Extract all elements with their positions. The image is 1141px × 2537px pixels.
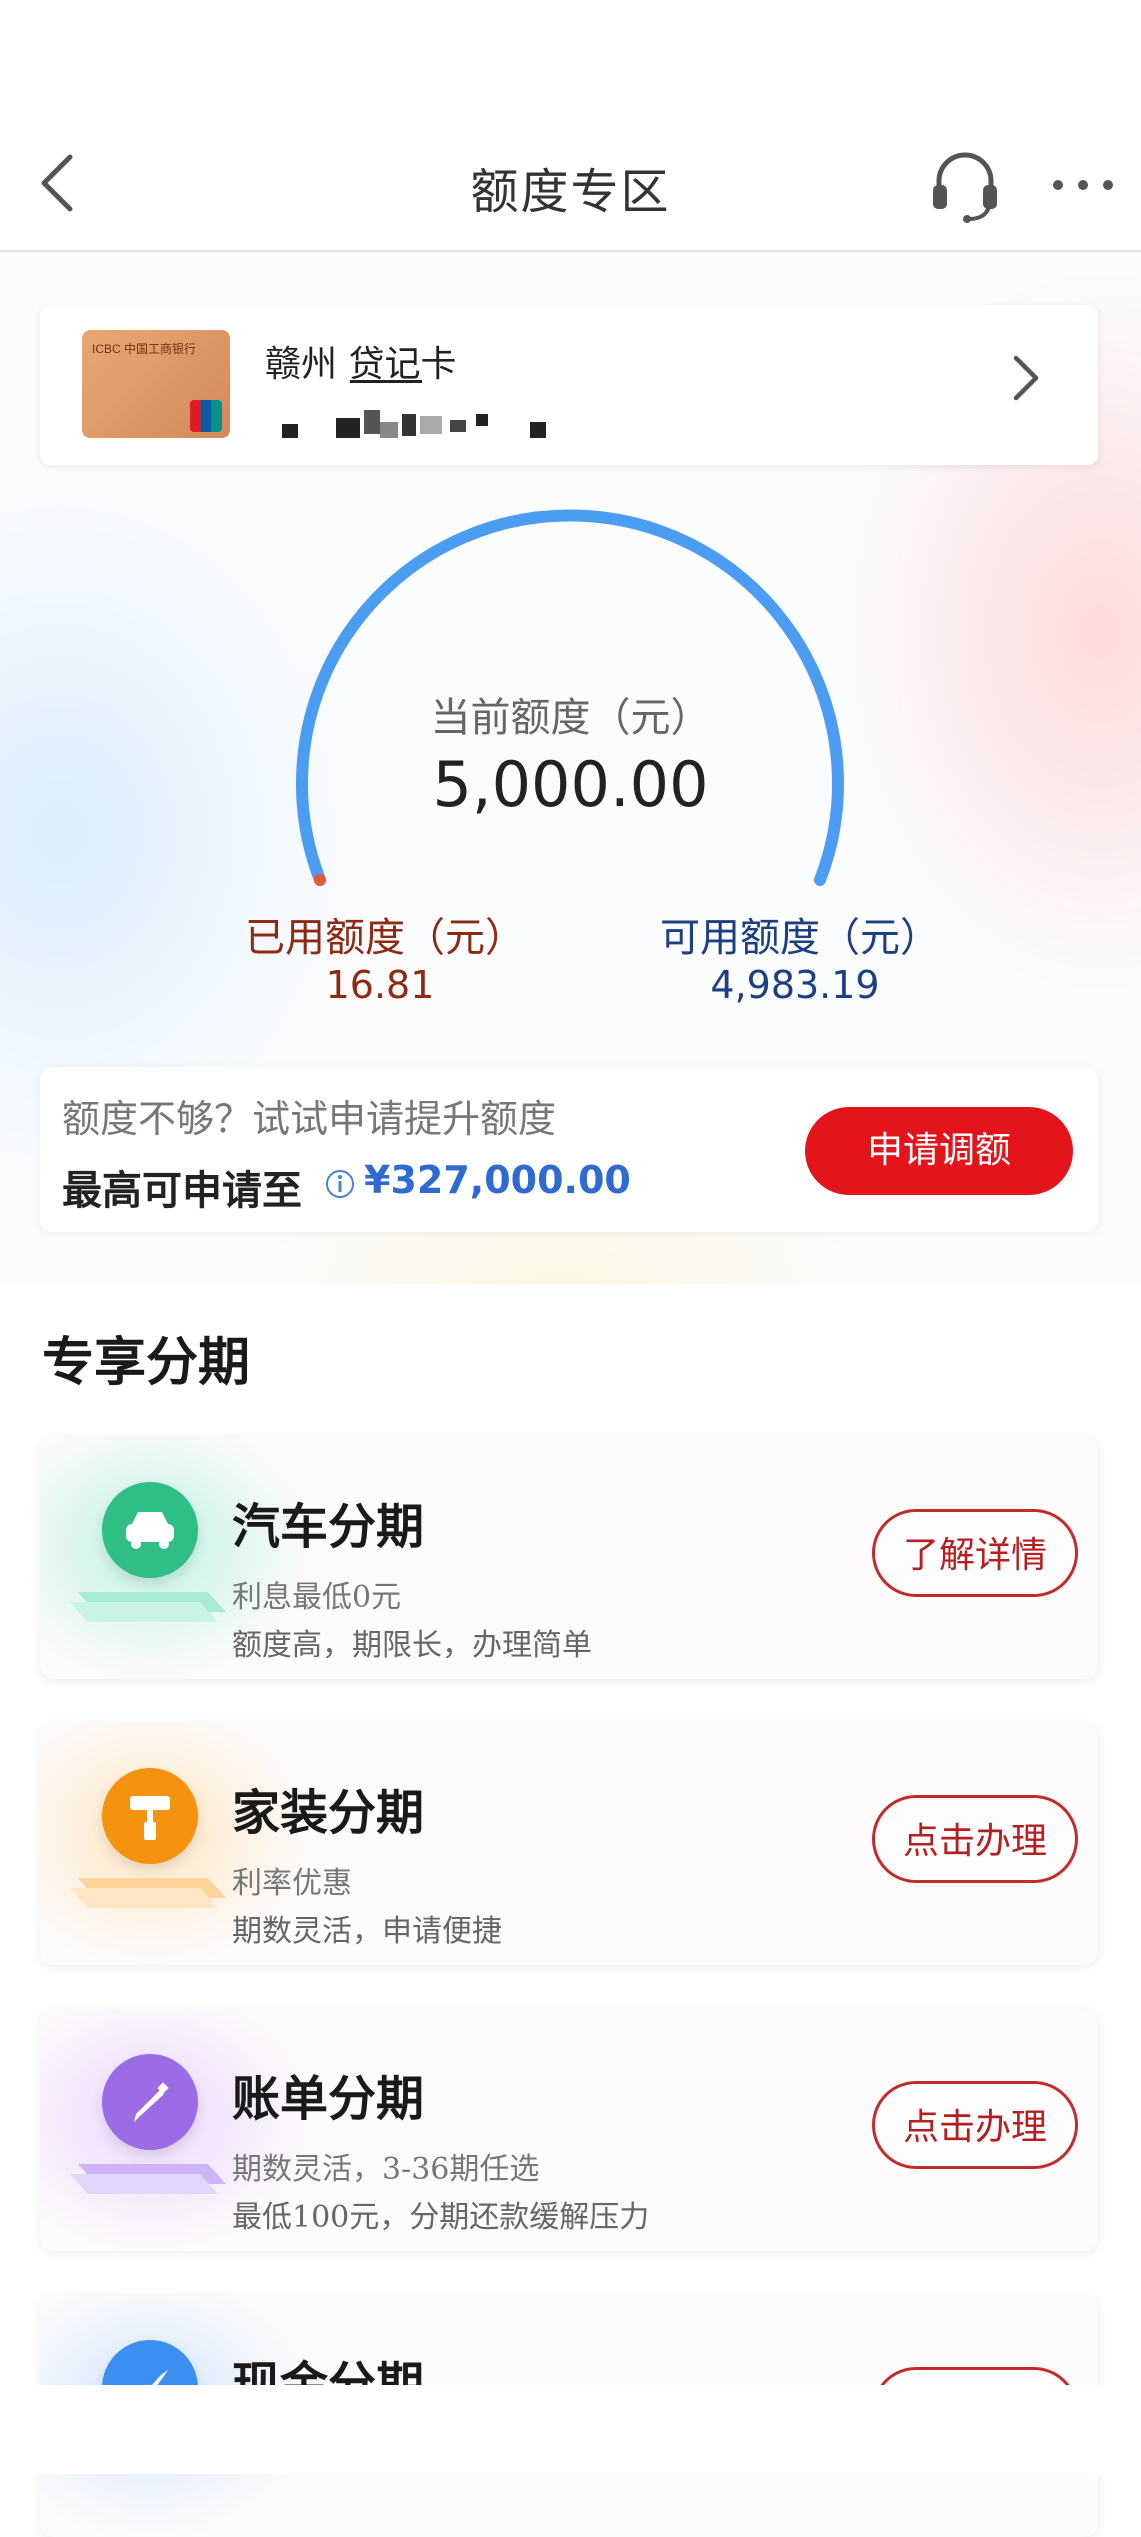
car-icon [102, 1482, 198, 1578]
bottom-safe-area [0, 2385, 1141, 2474]
plate-decoration [70, 1592, 226, 1622]
used-limit-value: 16.81 [325, 963, 435, 1007]
installment-desc-1: 利息最低0元 [232, 1580, 402, 1615]
installment-title: 汽车分期 [232, 1499, 425, 1555]
info-icon[interactable] [324, 1168, 356, 1200]
headset-icon[interactable] [925, 145, 1005, 225]
card-name-underline [350, 380, 422, 383]
limit-increase-hint: 额度不够？试试申请提升额度 [62, 1097, 557, 1141]
installment-title: 账单分期 [232, 2071, 425, 2127]
paint-roller-icon [102, 1768, 198, 1864]
apply-now-button[interactable]: 点击办理 [872, 1795, 1078, 1883]
available-limit-label: 可用额度（元） [660, 915, 940, 961]
installment-card-bill[interactable]: 账单分期 期数灵活，3-36期任选 最低100元，分期还款缓解压力 点击办理 [40, 2009, 1098, 2251]
installment-desc-2: 期数灵活，申请便捷 [232, 1914, 502, 1949]
used-limit-label: 已用额度（元） [245, 915, 525, 961]
apply-limit-adjust-button[interactable]: 申请调额 [805, 1107, 1073, 1195]
available-limit-value: 4,983.19 [710, 963, 880, 1007]
current-limit-label: 当前额度（元） [430, 695, 711, 741]
installment-card-home-decor[interactable]: 家装分期 利率优惠 期数灵活，申请便捷 点击办理 [40, 1723, 1098, 1965]
max-limit-label: 最高可申请至 [62, 1168, 302, 1214]
installment-desc-1: 期数灵活，3-36期任选 [232, 2152, 540, 2187]
pencil-icon [102, 2054, 198, 2150]
installment-card-car[interactable]: 汽车分期 利息最低0元 额度高，期限长，办理简单 了解详情 [40, 1437, 1098, 1679]
card-logo: ICBC 中国工商银行 [92, 342, 197, 356]
plate-decoration [70, 1878, 226, 1908]
apply-now-button[interactable]: 点击办理 [872, 2081, 1078, 2169]
card-thumbnail: ICBC 中国工商银行 [82, 330, 230, 438]
learn-more-button[interactable]: 了解详情 [872, 1509, 1078, 1597]
section-title: 专享分期 [42, 1333, 251, 1393]
chevron-right-icon[interactable] [1000, 348, 1050, 408]
installment-desc-2: 最低100元，分期还款缓解压力 [232, 2200, 650, 2235]
plate-decoration [70, 2164, 226, 2194]
installment-desc-1: 利率优惠 [232, 1866, 352, 1901]
installment-title: 家装分期 [232, 1785, 425, 1841]
max-limit-amount: ¥327,000.00 [364, 1158, 631, 1202]
installment-desc-2: 额度高，期限长，办理简单 [232, 1628, 592, 1663]
masked-card-number [282, 410, 546, 438]
more-dots-icon[interactable] [1048, 170, 1118, 200]
unionpay-logo [190, 400, 222, 432]
current-limit-value: 5,000.00 [432, 748, 709, 821]
